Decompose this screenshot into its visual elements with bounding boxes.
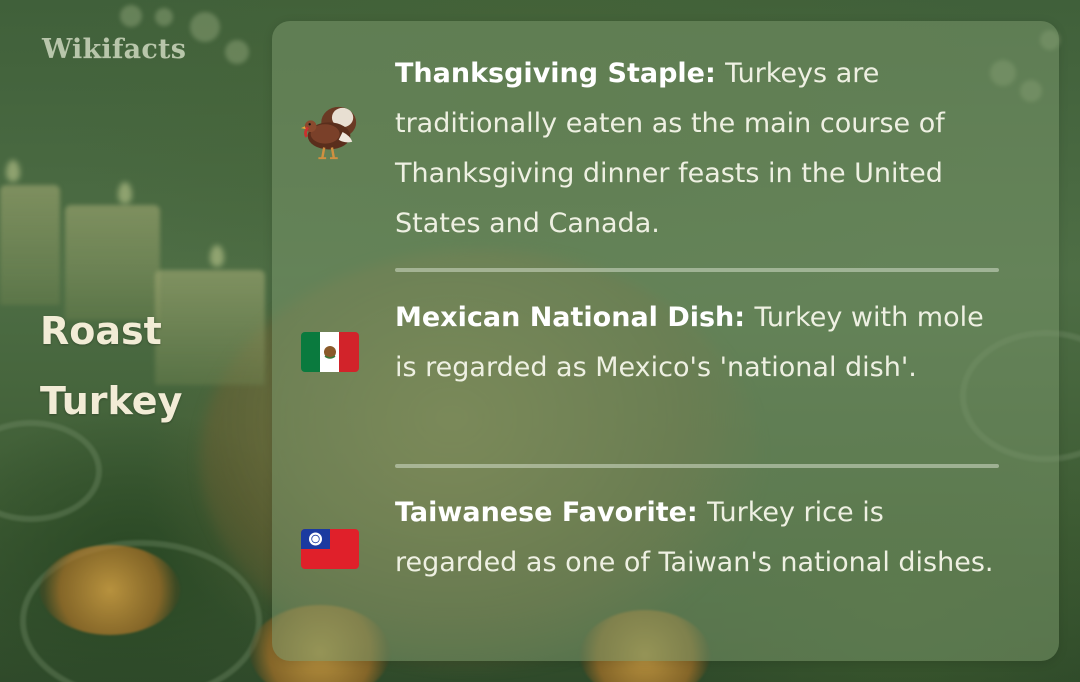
topic-title-line-1: Roast	[40, 309, 162, 353]
brand-logo: Wikifacts	[42, 34, 187, 65]
candle-flame	[6, 160, 20, 182]
fact-heading: Taiwanese Favorite:	[395, 497, 708, 528]
bokeh-light	[120, 5, 142, 27]
divider	[395, 268, 999, 272]
turkey-icon	[300, 103, 360, 163]
fact-heading: Mexican National Dish:	[395, 302, 755, 333]
taiwan-flag-icon	[300, 519, 360, 579]
fact-text: Thanksgiving Staple: Turkeys are traditi…	[395, 49, 1007, 249]
candle-flame	[210, 245, 224, 267]
fact-text: Taiwanese Favorite: Turkey rice is regar…	[395, 488, 1007, 588]
orange-slice	[40, 545, 180, 635]
mexico-flag-icon	[300, 322, 360, 382]
divider	[395, 464, 999, 468]
candle	[0, 185, 60, 305]
fact-text: Mexican National Dish: Turkey with mole …	[395, 293, 1007, 393]
candle-flame	[118, 182, 132, 204]
topic-title-line-2: Turkey	[40, 379, 183, 423]
bokeh-light	[155, 8, 173, 26]
bokeh-light	[190, 12, 220, 42]
facts-card: Thanksgiving Staple: Turkeys are traditi…	[272, 21, 1059, 661]
bokeh-light	[225, 40, 249, 64]
fact-heading: Thanksgiving Staple:	[395, 58, 726, 89]
topic-title: Roast Turkey	[40, 296, 260, 436]
